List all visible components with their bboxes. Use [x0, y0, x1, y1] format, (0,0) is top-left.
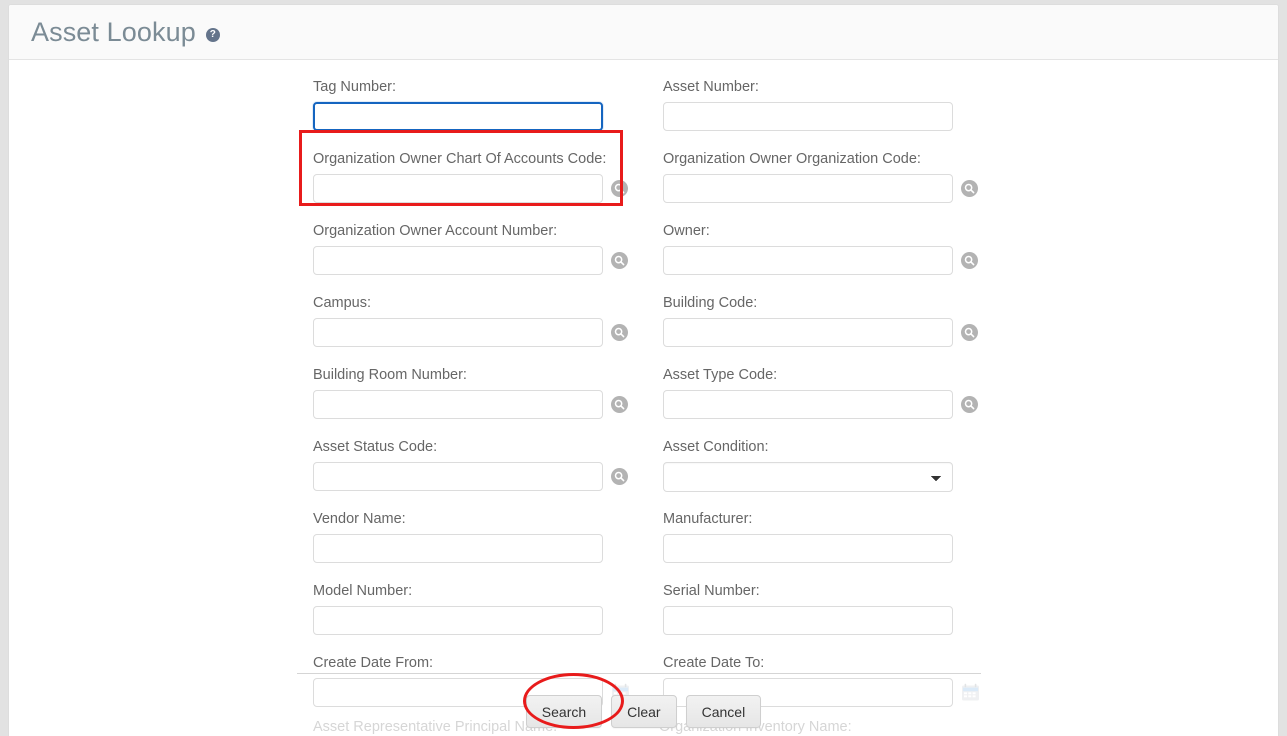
text-input[interactable]	[663, 390, 953, 419]
field-control	[663, 102, 999, 131]
field-label: Asset Condition:	[663, 439, 769, 455]
field-control	[313, 174, 649, 203]
lookup-form: Tag Number: Asset Number: Organization Own…	[9, 60, 1278, 736]
form-field: Asset Number:	[655, 78, 1005, 150]
magnifier-lookup-icon[interactable]	[961, 324, 978, 341]
asset-condition-select[interactable]	[663, 462, 953, 492]
field-label: Model Number:	[313, 583, 413, 599]
field-label: Asset Number:	[663, 79, 759, 95]
calendar-picker-icon[interactable]	[961, 683, 980, 702]
magnifier-lookup-icon[interactable]	[611, 180, 628, 197]
text-input[interactable]	[663, 174, 953, 203]
field-label: Create Date From:	[313, 655, 434, 671]
form-row: Building Room Number: Asset Type Code:	[305, 366, 1005, 438]
clear-button[interactable]: Clear	[611, 695, 677, 728]
form-field: Organization Owner Organization Code:	[655, 150, 1005, 222]
form-row: Model Number: Serial Number:	[305, 582, 1005, 654]
text-input[interactable]	[313, 390, 603, 419]
field-label: Organization Owner Organization Code:	[663, 151, 921, 167]
help-circle-icon[interactable]: ?	[205, 28, 220, 42]
form-field: Organization Owner Chart Of Accounts Cod…	[305, 150, 655, 222]
field-control	[313, 390, 649, 419]
form-field: Model Number:	[305, 582, 655, 654]
field-control	[313, 246, 649, 275]
field-label: Owner:	[663, 223, 710, 239]
form-row: Tag Number: Asset Number:	[305, 78, 1005, 150]
field-label: Building Code:	[663, 295, 758, 311]
field-control	[313, 102, 649, 131]
form-row: Organization Owner Account Number: Owner:	[305, 222, 1005, 294]
field-control	[663, 246, 999, 275]
form-row: Vendor Name: Manufacturer:	[305, 510, 1005, 582]
form-row: Organization Owner Chart Of Accounts Cod…	[305, 150, 1005, 222]
field-control	[663, 462, 999, 492]
search-button[interactable]: Search	[525, 695, 603, 728]
form-field: Asset Status Code:	[305, 438, 655, 510]
form-grid: Tag Number: Asset Number: Organization Own…	[305, 78, 1005, 726]
form-field: Serial Number:	[655, 582, 1005, 654]
field-control	[663, 174, 999, 203]
form-field: Building Room Number:	[305, 366, 655, 438]
field-control	[313, 534, 649, 563]
field-label: Vendor Name:	[313, 511, 406, 527]
field-label: Create Date To:	[663, 655, 765, 671]
form-field: Building Code:	[655, 294, 1005, 366]
text-input[interactable]	[663, 318, 953, 347]
magnifier-lookup-icon[interactable]	[961, 252, 978, 269]
form-field: Tag Number:	[305, 78, 655, 150]
page-title: Asset Lookup	[31, 16, 196, 47]
text-input[interactable]	[313, 174, 603, 203]
field-label: Campus:	[313, 295, 372, 311]
form-row: Campus: Building Code:	[305, 294, 1005, 366]
field-label: Asset Type Code:	[663, 367, 778, 383]
form-field: Asset Condition:	[655, 438, 1005, 510]
magnifier-lookup-icon[interactable]	[611, 468, 628, 485]
magnifier-lookup-icon[interactable]	[611, 396, 628, 413]
form-field: Vendor Name:	[305, 510, 655, 582]
magnifier-lookup-icon[interactable]	[611, 252, 628, 269]
field-label: Organization Owner Account Number:	[313, 223, 558, 239]
text-input[interactable]	[313, 462, 603, 491]
asset-lookup-page: Asset Lookup ? Tag Number: Asset Number: O…	[8, 4, 1279, 736]
text-input[interactable]	[313, 102, 603, 131]
cancel-button[interactable]: Cancel	[685, 695, 762, 728]
field-label: Manufacturer:	[663, 511, 753, 527]
form-field: Manufacturer:	[655, 510, 1005, 582]
field-label: Serial Number:	[663, 583, 760, 599]
text-input[interactable]	[313, 318, 603, 347]
field-label: Organization Owner Chart Of Accounts Cod…	[313, 151, 607, 167]
magnifier-lookup-icon[interactable]	[611, 324, 628, 341]
magnifier-lookup-icon[interactable]	[961, 180, 978, 197]
text-input[interactable]	[663, 534, 953, 563]
field-control	[663, 534, 999, 563]
field-control	[663, 318, 999, 347]
field-control	[663, 390, 999, 419]
magnifier-lookup-icon[interactable]	[961, 396, 978, 413]
text-input[interactable]	[663, 102, 953, 131]
form-field: Organization Owner Account Number:	[305, 222, 655, 294]
field-control	[313, 318, 649, 347]
button-bar-divider	[297, 673, 981, 674]
field-label: Building Room Number:	[313, 367, 467, 383]
field-control	[313, 462, 649, 491]
text-input[interactable]	[663, 606, 953, 635]
field-label: Tag Number:	[313, 79, 397, 95]
field-control	[313, 606, 649, 635]
text-input[interactable]	[313, 606, 603, 635]
field-label: Asset Status Code:	[313, 439, 438, 455]
form-row: Asset Status Code: Asset Condition:	[305, 438, 1005, 510]
form-field: Owner:	[655, 222, 1005, 294]
form-field: Asset Type Code:	[655, 366, 1005, 438]
page-header: Asset Lookup ?	[9, 5, 1278, 60]
field-control	[663, 606, 999, 635]
text-input[interactable]	[663, 246, 953, 275]
text-input[interactable]	[313, 246, 603, 275]
form-field: Campus:	[305, 294, 655, 366]
text-input[interactable]	[313, 534, 603, 563]
